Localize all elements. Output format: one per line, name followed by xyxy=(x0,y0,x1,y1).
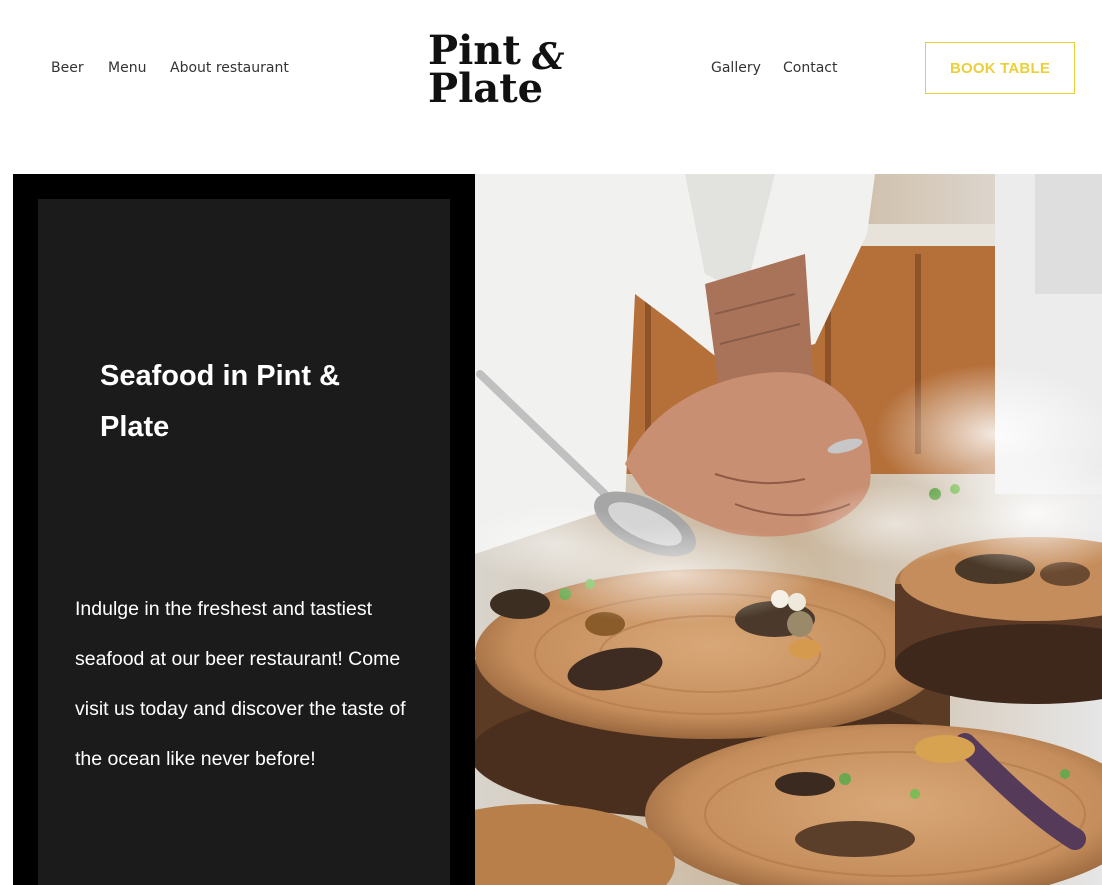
nav-gallery[interactable]: Gallery xyxy=(711,60,761,76)
pint-plate-logo[interactable]: Pint & Plate xyxy=(428,24,588,108)
hero-title: Seafood in Pint & Plate xyxy=(100,360,341,443)
logo-text-plate: Plate xyxy=(428,65,543,108)
nav-menu[interactable]: Menu xyxy=(108,60,146,76)
nav-about-restaurant[interactable]: About restaurant xyxy=(170,60,289,76)
hero-section: Seafood in Pint & Plate Indulge in the f… xyxy=(13,174,1102,885)
site-header: Beer Menu About restaurant Pint & Plate … xyxy=(0,0,1102,140)
chef-plating-food-photo xyxy=(475,174,1102,885)
nav-contact[interactable]: Contact xyxy=(783,60,837,76)
hero-text-panel: Seafood in Pint & Plate Indulge in the f… xyxy=(38,199,450,885)
hero-description: Indulge in the freshest and tastiest sea… xyxy=(75,598,406,770)
nav-beer[interactable]: Beer xyxy=(51,60,84,76)
book-table-button[interactable]: BOOK TABLE xyxy=(925,42,1075,94)
